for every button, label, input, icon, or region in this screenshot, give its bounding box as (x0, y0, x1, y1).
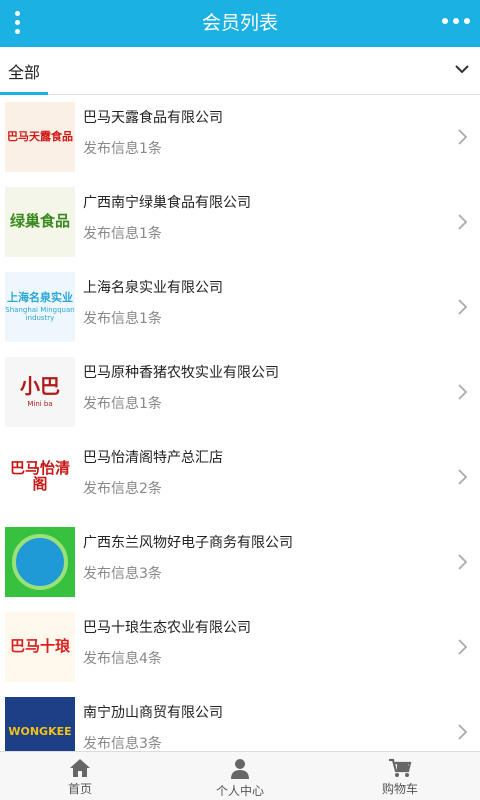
more-horizontal-icon[interactable] (442, 18, 470, 28)
member-name: 巴马天露食品有限公司 (83, 110, 223, 126)
member-name: 巴马原种香猪农牧实业有限公司 (83, 365, 279, 381)
member-logo: 巴马天露食品 (5, 102, 75, 172)
member-post-count: 发布信息2条 (83, 481, 162, 497)
chevron-right-icon (458, 299, 468, 315)
member-logo-text: 上海名泉实业 (7, 290, 73, 304)
member-list-item[interactable]: 巴马天露食品 巴马天露食品有限公司 发布信息1条 (0, 95, 480, 181)
member-logo: 上海名泉实业 Shanghai Mingquan industry (5, 272, 75, 342)
chevron-down-icon[interactable] (454, 61, 470, 77)
member-name: 上海名泉实业有限公司 (83, 280, 223, 296)
tab-cart[interactable]: 购物车 (320, 752, 480, 800)
member-post-count: 发布信息1条 (83, 396, 162, 412)
member-post-count: 发布信息1条 (83, 226, 162, 242)
member-logo-subtext: Mini ba (27, 400, 53, 408)
tab-profile[interactable]: 个人中心 (160, 752, 320, 800)
member-name: 巴马十琅生态农业有限公司 (83, 620, 251, 636)
member-list-item[interactable]: WONGKEE 南宁劢山商贸有限公司 发布信息3条 (0, 690, 480, 752)
member-logo-subtext: Shanghai Mingquan industry (5, 306, 75, 323)
member-logo: WONGKEE (5, 697, 75, 752)
user-icon (231, 759, 249, 779)
tab-home[interactable]: 首页 (0, 752, 160, 800)
member-list-item[interactable]: 上海名泉实业 Shanghai Mingquan industry 上海名泉实业有限… (0, 265, 480, 351)
member-logo-emblem (12, 534, 68, 590)
member-logo-text: 巴马怡清阁 (9, 459, 70, 493)
chevron-right-icon (458, 639, 468, 655)
member-logo (5, 527, 75, 597)
member-logo-text: 巴马天露食品 (7, 130, 73, 144)
tab-home-label: 首页 (67, 782, 92, 796)
member-logo-text: 绿巢食品 (9, 212, 70, 231)
member-list-item[interactable]: 小巴 Mini ba 巴马原种香猪农牧实业有限公司 发布信息1条 (0, 350, 480, 436)
bottom-tab-bar: 首页 个人中心 购物车 (0, 751, 480, 800)
home-icon (70, 759, 90, 777)
member-name: 南宁劢山商贸有限公司 (83, 705, 223, 721)
member-name: 广西东兰风物好电子商务有限公司 (83, 535, 293, 551)
member-list-item[interactable]: 巴马怡清阁 巴马怡清阁特产总汇店 发布信息2条 (0, 435, 480, 521)
member-name: 巴马怡清阁特产总汇店 (83, 450, 223, 466)
member-logo-text: 巴马十琅 (9, 637, 70, 656)
member-logo: 巴马十琅 (5, 612, 75, 682)
member-list: 巴马天露食品 巴马天露食品有限公司 发布信息1条 绿巢食品 广西南宁绿巢食品有限公司 发布… (0, 95, 480, 752)
member-logo-text: WONGKEE (8, 725, 72, 739)
page-title: 会员列表 (201, 12, 278, 34)
member-logo: 巴马怡清阁 (5, 442, 75, 512)
filter-label: 全部 (8, 63, 41, 82)
chevron-right-icon (458, 554, 468, 570)
cart-icon (389, 758, 412, 777)
tab-profile-label: 个人中心 (215, 784, 264, 798)
chevron-right-icon (458, 384, 468, 400)
member-name: 广西南宁绿巢食品有限公司 (83, 195, 251, 211)
member-logo-text: 小巴 (20, 374, 60, 398)
member-post-count: 发布信息1条 (83, 141, 162, 157)
member-logo: 绿巢食品 (5, 187, 75, 257)
member-post-count: 发布信息4条 (83, 651, 162, 667)
chevron-right-icon (458, 214, 468, 230)
chevron-right-icon (458, 469, 468, 485)
chevron-right-icon (458, 724, 468, 740)
member-list-item[interactable]: 巴马十琅 巴马十琅生态农业有限公司 发布信息4条 (0, 605, 480, 691)
category-filter[interactable]: 全部 (0, 47, 480, 95)
member-post-count: 发布信息3条 (83, 566, 162, 582)
chevron-right-icon (458, 129, 468, 145)
member-list-item[interactable]: 广西东兰风物好电子商务有限公司 发布信息3条 (0, 520, 480, 606)
member-post-count: 发布信息1条 (83, 311, 162, 327)
tab-cart-label: 购物车 (381, 782, 418, 796)
member-list-item[interactable]: 绿巢食品 广西南宁绿巢食品有限公司 发布信息1条 (0, 180, 480, 266)
app-header: 会员列表 (0, 0, 480, 47)
member-post-count: 发布信息3条 (83, 736, 162, 752)
member-logo: 小巴 Mini ba (5, 357, 75, 427)
